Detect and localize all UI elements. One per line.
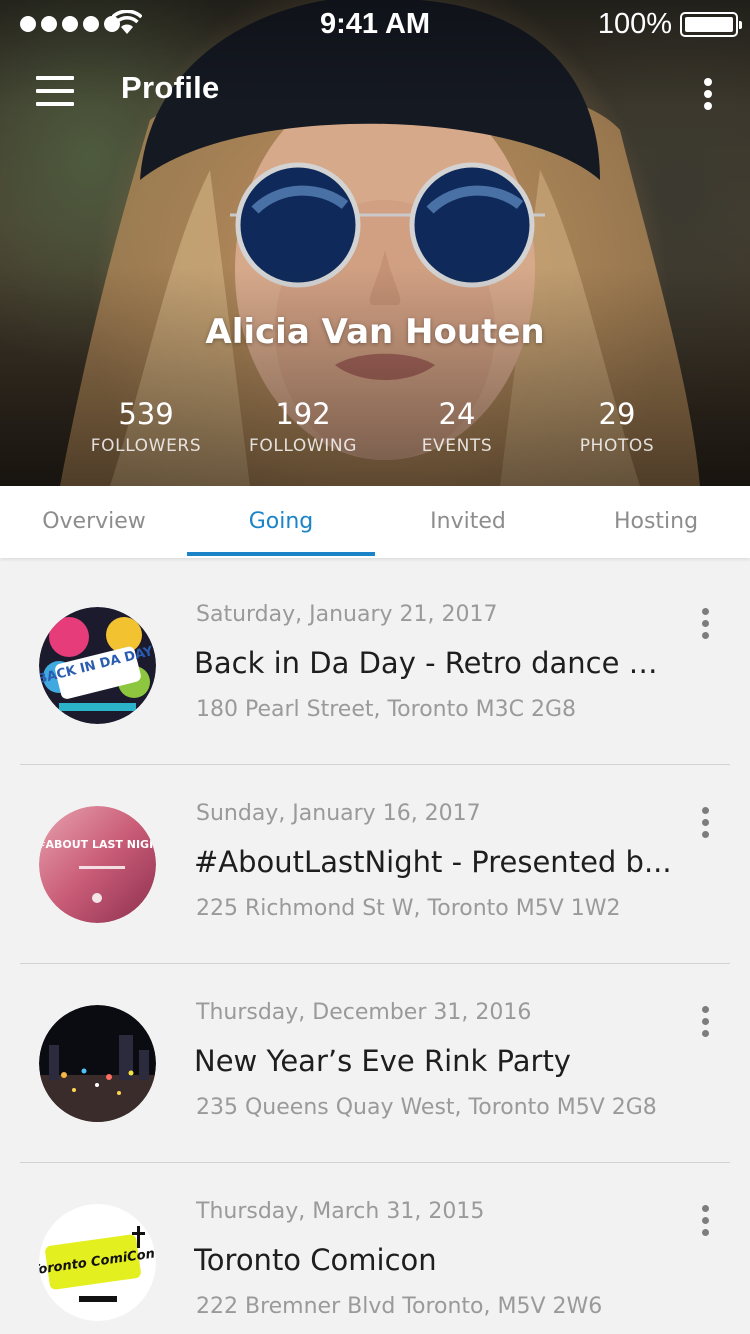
event-list-item[interactable]: BACK IN DA DAY Saturday, January 21, 201… xyxy=(0,566,750,765)
event-list-item[interactable]: Toronto ComiCon Thursday, March 31, 2015… xyxy=(0,1163,750,1334)
stat-value: 192 xyxy=(275,397,331,431)
stat-label: PHOTOS xyxy=(579,436,655,456)
battery-percentage: 100% xyxy=(597,8,672,40)
event-date: Thursday, December 31, 2016 xyxy=(196,1000,532,1025)
event-more-icon[interactable] xyxy=(694,1203,718,1237)
event-title[interactable]: Toronto Comicon xyxy=(194,1243,674,1277)
event-thumbnail: Toronto ComiCon xyxy=(39,1204,156,1321)
event-list-item[interactable]: Thursday, December 31, 2016 New Year’s E… xyxy=(0,964,750,1163)
event-list-item[interactable]: #ABOUT LAST NIGHT Sunday, January 16, 20… xyxy=(0,765,750,964)
event-title[interactable]: New Year’s Eve Rink Party xyxy=(194,1044,674,1078)
profile-name: Alicia Van Houten xyxy=(205,312,545,352)
more-options-icon[interactable] xyxy=(696,76,720,112)
stat-label: FOLLOWING xyxy=(249,436,357,456)
profile-stats: 539 FOLLOWERS 192 FOLLOWING 24 EVENTS 29… xyxy=(0,396,750,466)
stat-events[interactable]: 24 EVENTS xyxy=(367,396,547,456)
battery-icon xyxy=(680,12,742,37)
tab-hosting[interactable]: Hosting xyxy=(562,486,750,558)
stat-following[interactable]: 192 FOLLOWING xyxy=(213,396,393,456)
tab-going[interactable]: Going xyxy=(187,486,375,558)
tab-invited[interactable]: Invited xyxy=(374,486,562,558)
event-date: Saturday, January 21, 2017 xyxy=(196,602,498,627)
profile-header: 9:41 AM 100% Profile Alicia Van Houten 5… xyxy=(0,0,750,486)
stat-photos[interactable]: 29 PHOTOS xyxy=(527,396,707,456)
stat-label: EVENTS xyxy=(421,436,493,456)
stat-value: 29 xyxy=(598,397,636,431)
event-thumbnail: #ABOUT LAST NIGHT xyxy=(39,806,156,923)
profile-tabs: Overview Going Invited Hosting xyxy=(0,486,750,558)
event-address: 222 Bremner Blvd Toronto, M5V 2W6 xyxy=(196,1294,603,1319)
page-title: Profile xyxy=(121,70,220,105)
event-address: 225 Richmond St W, Toronto M5V 1W2 xyxy=(196,896,621,921)
stat-followers[interactable]: 539 FOLLOWERS xyxy=(56,396,236,456)
status-bar: 9:41 AM 100% xyxy=(0,0,750,48)
hamburger-menu-button[interactable] xyxy=(36,76,74,106)
event-address: 180 Pearl Street, Toronto M3C 2G8 xyxy=(196,697,577,722)
event-thumbnail-text: #ABOUT LAST NIGHT xyxy=(39,838,156,851)
event-title[interactable]: Back in Da Day - Retro dance p... xyxy=(194,646,674,680)
stat-value: 24 xyxy=(438,397,476,431)
stat-label: FOLLOWERS xyxy=(90,436,202,456)
event-more-icon[interactable] xyxy=(694,606,718,640)
event-thumbnail xyxy=(39,1005,156,1122)
event-address: 235 Queens Quay West, Toronto M5V 2G8 xyxy=(196,1095,657,1120)
event-more-icon[interactable] xyxy=(694,1004,718,1038)
event-date: Sunday, January 16, 2017 xyxy=(196,801,481,826)
event-more-icon[interactable] xyxy=(694,805,718,839)
tab-overview[interactable]: Overview xyxy=(0,486,188,558)
event-thumbnail: BACK IN DA DAY xyxy=(39,607,156,724)
event-date: Thursday, March 31, 2015 xyxy=(196,1199,485,1224)
active-tab-indicator xyxy=(187,552,375,556)
stat-value: 539 xyxy=(118,397,174,431)
event-title[interactable]: #AboutLastNight - Presented b... xyxy=(194,845,674,879)
